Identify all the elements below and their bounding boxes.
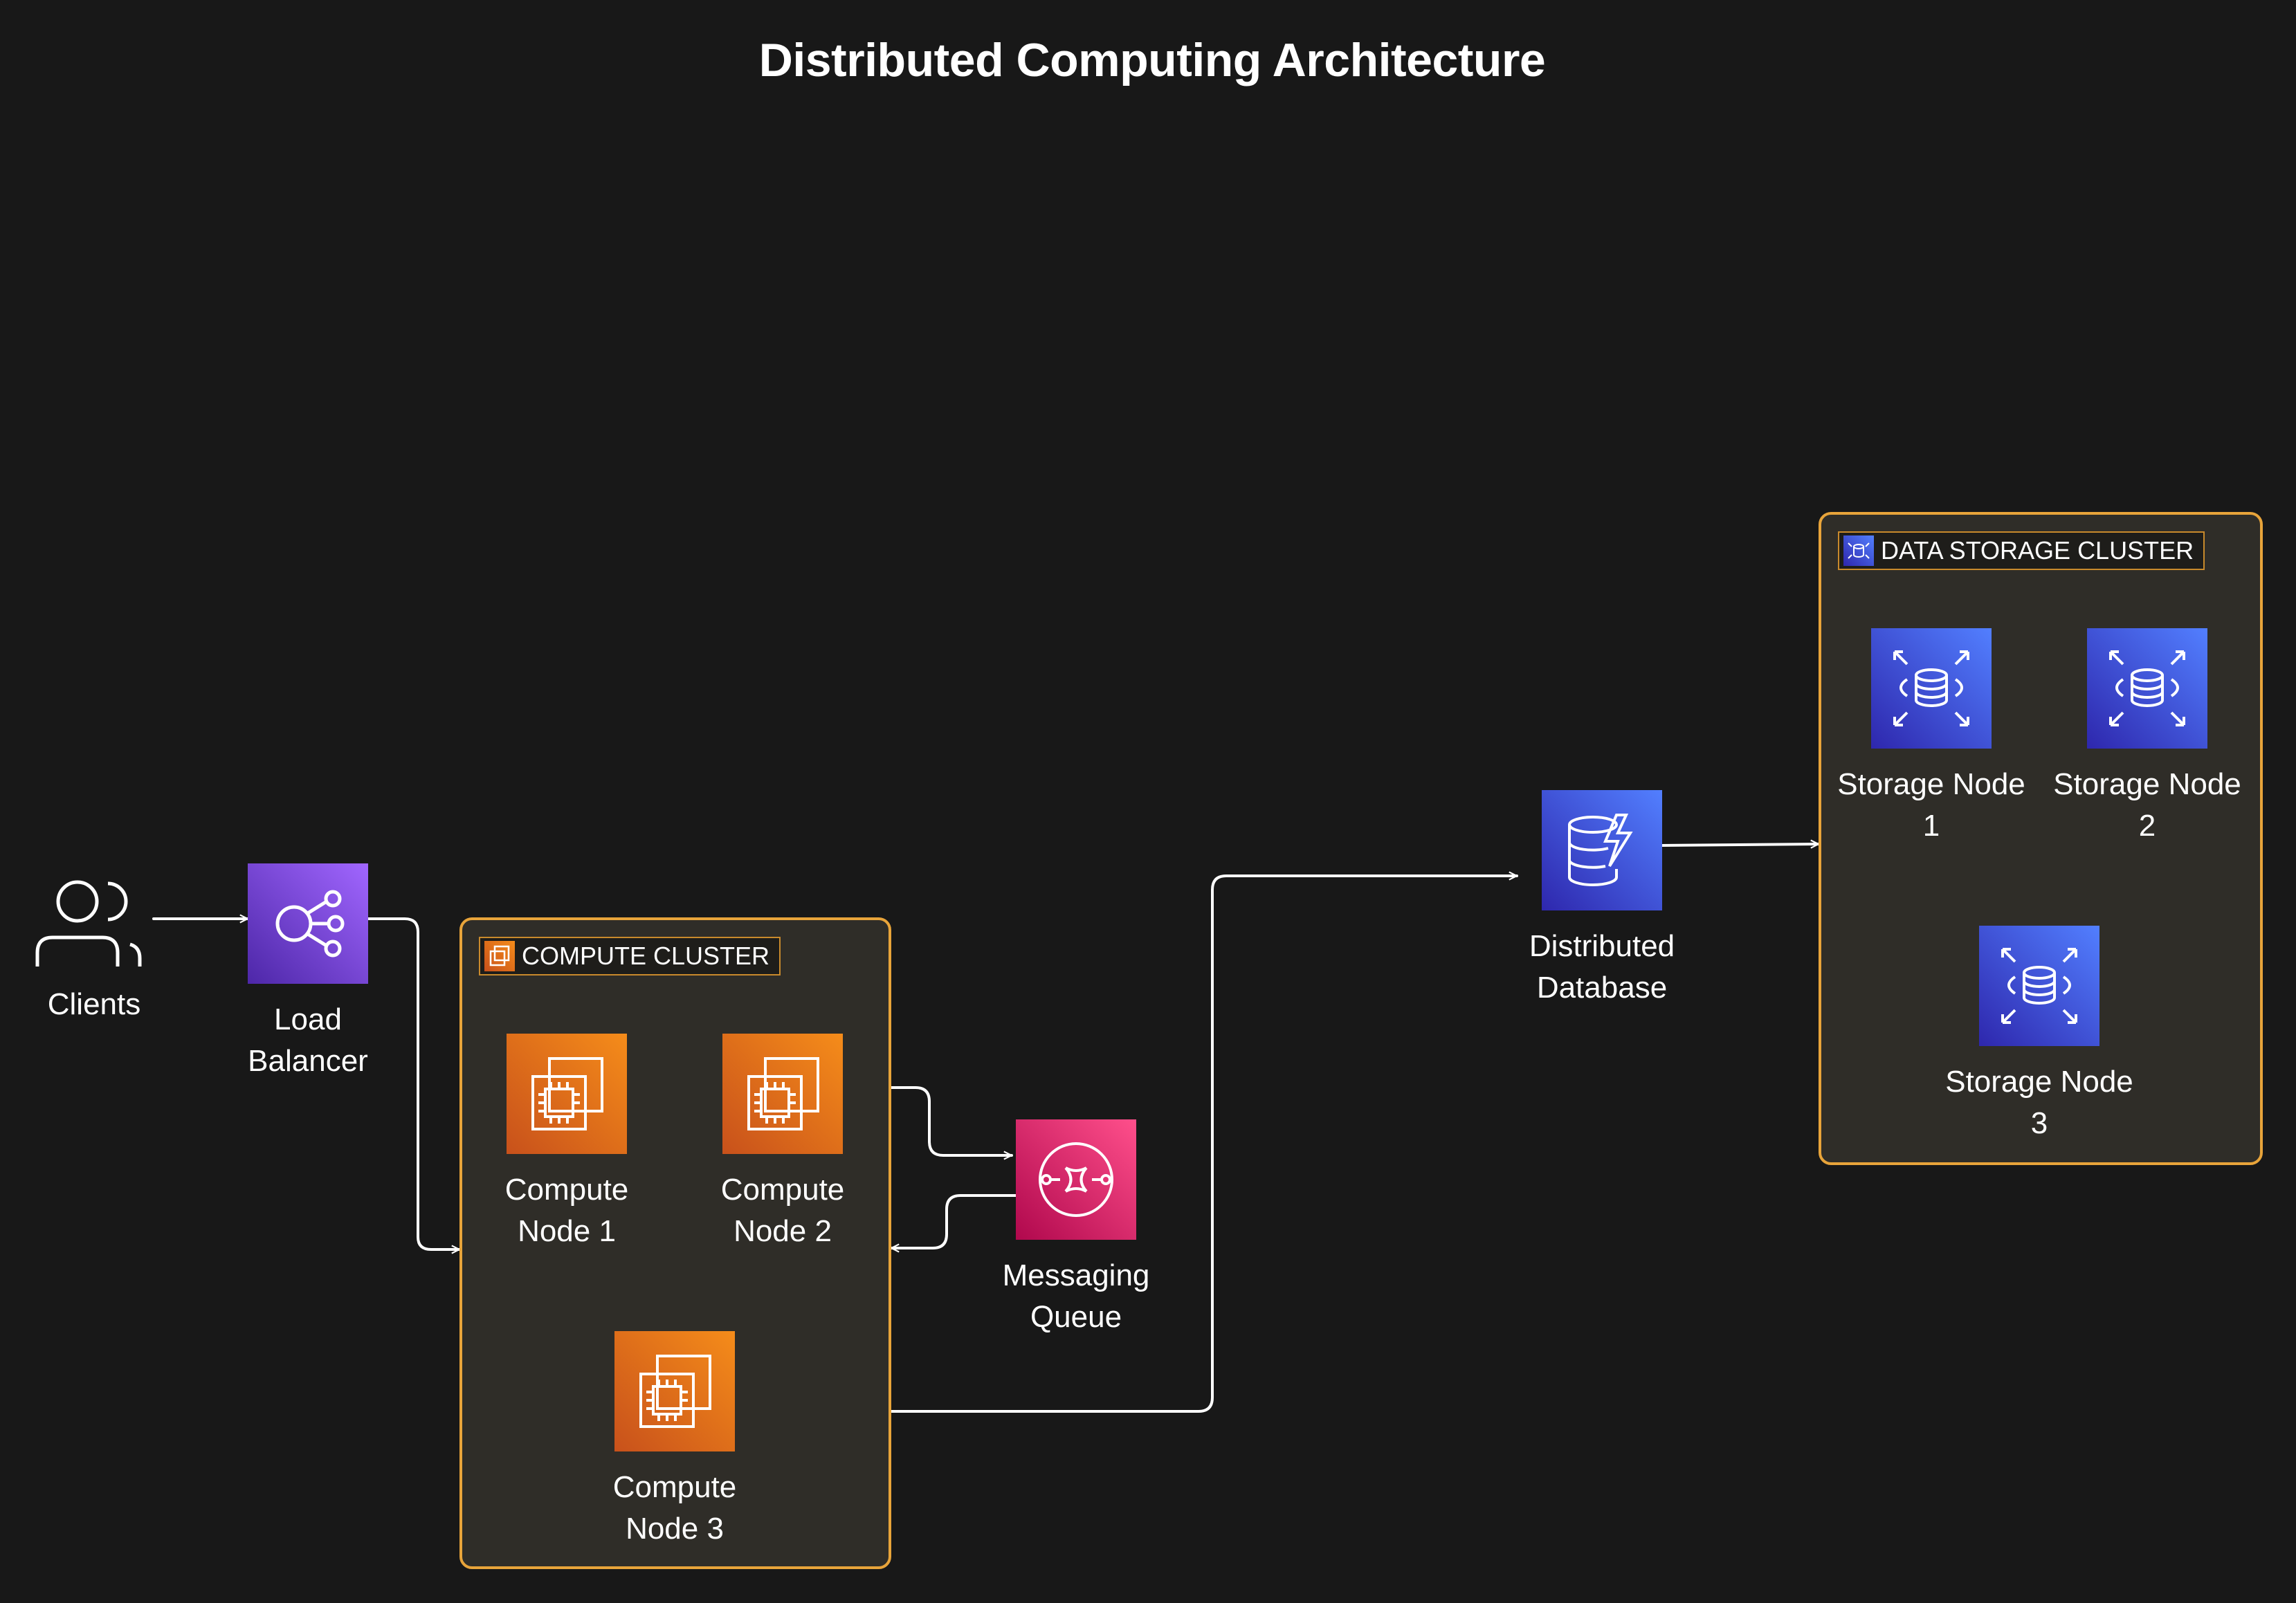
edge-database-storage (1661, 844, 1820, 845)
compute-node-1-label: Compute Node 1 (504, 1173, 629, 1248)
compute-node-3-label: Compute Node 3 (612, 1470, 737, 1546)
database-group-icon (1843, 535, 1874, 566)
data-storage-cluster-title: DATA STORAGE CLUSTER (1881, 536, 2194, 565)
users-icon (32, 863, 156, 984)
edge-loadbalancer-compute (367, 917, 461, 1249)
compute-node-3[interactable]: Compute Node 3 (612, 1331, 737, 1550)
clients-node[interactable]: Clients (32, 863, 156, 1025)
compute-node-2-label: Compute Node 2 (720, 1173, 845, 1248)
ec2-instance-icon (614, 1331, 735, 1451)
compute-cluster-title: COMPUTE CLUSTER (522, 942, 770, 970)
edge-queue-compute (890, 1194, 1020, 1248)
messaging-queue-node[interactable]: Messaging Queue (1003, 1119, 1149, 1338)
rds-icon (1871, 628, 1992, 749)
ec2-group-icon (484, 941, 515, 971)
compute-cluster-label: COMPUTE CLUSTER (479, 937, 781, 975)
storage-node-2-label: Storage Node 2 (2053, 767, 2241, 843)
distributed-database-label: Distributed Database (1529, 929, 1675, 1005)
clients-label: Clients (47, 987, 141, 1021)
data-storage-cluster-label: DATA STORAGE CLUSTER (1838, 531, 2205, 570)
load-balancer-icon (248, 863, 368, 984)
edge-compute-queue (890, 1086, 1013, 1155)
load-balancer-label: Load Balancer (248, 1002, 368, 1078)
storage-node-1[interactable]: Storage Node 1 (1837, 628, 2025, 847)
compute-node-2[interactable]: Compute Node 2 (720, 1034, 845, 1252)
ec2-instance-icon (722, 1034, 843, 1154)
messaging-queue-label: Messaging Queue (1002, 1258, 1150, 1334)
load-balancer-node[interactable]: Load Balancer (248, 863, 368, 1082)
sqs-queue-icon (1016, 1119, 1136, 1240)
storage-node-3-label: Storage Node 3 (1945, 1065, 2133, 1140)
dynamodb-icon (1542, 790, 1662, 910)
ec2-instance-icon (507, 1034, 627, 1154)
distributed-database-node[interactable]: Distributed Database (1529, 790, 1675, 1009)
rds-icon (2087, 628, 2207, 749)
storage-node-3[interactable]: Storage Node 3 (1945, 926, 2133, 1144)
compute-node-1[interactable]: Compute Node 1 (504, 1034, 629, 1252)
storage-node-2[interactable]: Storage Node 2 (2053, 628, 2241, 847)
storage-node-1-label: Storage Node 1 (1837, 767, 2025, 843)
rds-icon (1979, 926, 2099, 1046)
edge-compute-database (890, 876, 1518, 1413)
